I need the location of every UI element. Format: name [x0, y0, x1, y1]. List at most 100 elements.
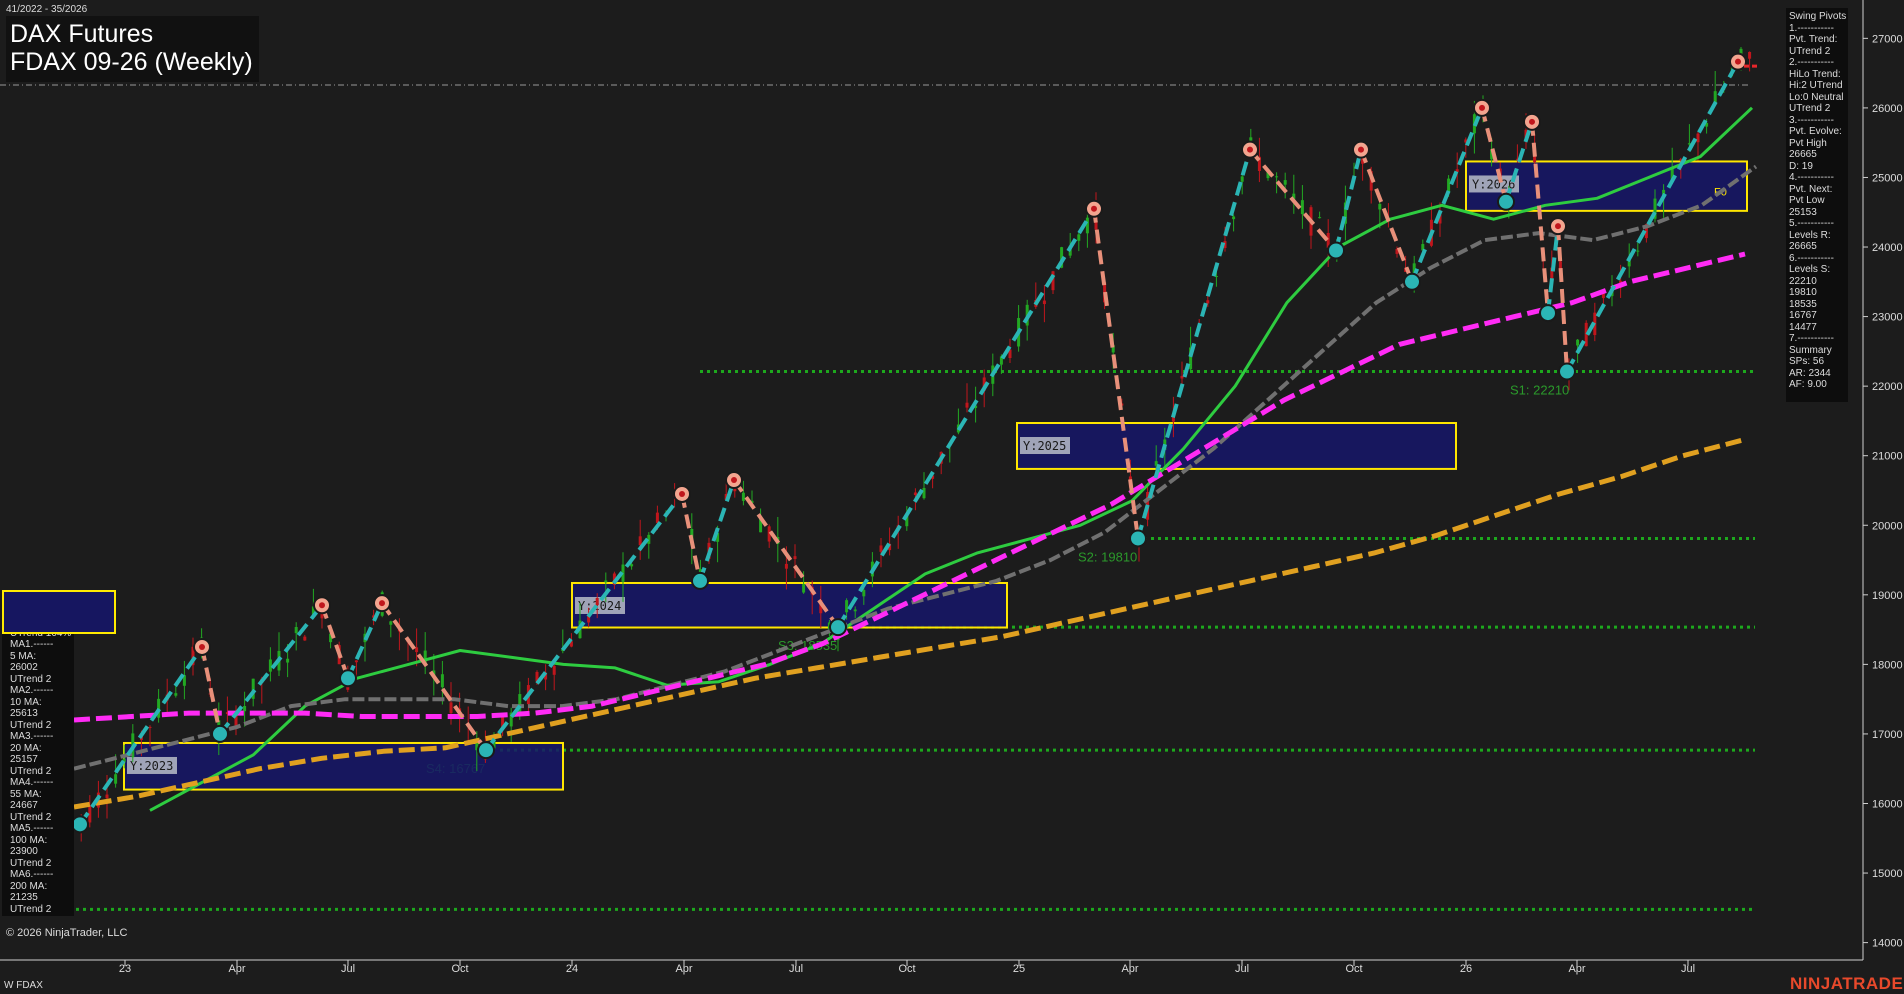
bench-mark-line: UTrend 2 [10, 765, 52, 777]
candle-body [638, 536, 642, 546]
swing-high-dot [1529, 118, 1535, 125]
bench-mark-line: UTrend 2 [10, 673, 52, 685]
swing-pivot-line: Levels R: [1789, 229, 1831, 241]
bench-mark-line: 25613 [10, 708, 38, 719]
candle-body [114, 774, 118, 784]
swing-high-dot [199, 643, 205, 650]
x-tick-label: Jul [1235, 963, 1249, 975]
x-tick-label: Oct [898, 963, 915, 975]
y-tick-label: 25000 [1872, 172, 1903, 184]
candle-body [1576, 339, 1580, 346]
bench-mark-line: 26002 [10, 662, 38, 673]
candle-body [1378, 203, 1382, 210]
swing-low-marker [1558, 362, 1576, 381]
swing-line [380, 602, 488, 752]
candle-body [1275, 176, 1279, 178]
chart-subtitle: FDAX 09-26 (Weekly) [10, 48, 253, 76]
swing-pivot-line: Summary [1789, 344, 1832, 356]
swing-pivot-line: Pvt High [1789, 137, 1827, 149]
swing-pivot-line: 5.----------- [1789, 218, 1834, 229]
bench-mark-line: MA4.------ [10, 777, 54, 788]
candle-body [268, 659, 272, 672]
swing-low-marker [1403, 272, 1421, 291]
candle-body [1748, 51, 1752, 59]
candle-body [922, 487, 926, 499]
swing-pivot-line: AF: 9.00 [1789, 379, 1827, 390]
swing-line [1092, 208, 1140, 539]
x-tick-label: Oct [1345, 963, 1362, 975]
swing-low-marker [477, 741, 495, 760]
bench-mark-line: MA2.------ [10, 685, 54, 696]
y-tick-label: 24000 [1872, 242, 1903, 254]
y-tick-label: 16000 [1872, 798, 1903, 810]
swing-pivot-line: HiLo Trend: [1789, 68, 1841, 80]
candle-body [1232, 216, 1236, 220]
candle-body [802, 584, 806, 593]
candle-body [845, 600, 849, 613]
swing-pivot-line: Swing Pivots [1789, 11, 1847, 22]
y-tick-label: 15000 [1872, 868, 1903, 880]
candle-body [1283, 180, 1287, 185]
year-boxes: Y:2023Y:2024Y:2025Y:2026F0 [123, 160, 1748, 791]
chart-title: DAX Futures [10, 20, 154, 48]
swing-high-dot [1091, 205, 1097, 212]
swing-low-marker [71, 815, 89, 834]
x-tick-label: 24 [566, 963, 578, 975]
swing-pivot-line: Hi:2 UTrend [1789, 80, 1843, 91]
swing-pivot-line: UTrend 2 [1789, 103, 1831, 114]
bench-mark-line: 20 MA: [10, 742, 42, 754]
candle-body [415, 647, 419, 653]
swing-line [1248, 148, 1338, 252]
swing-pivot-line: 16767 [1789, 310, 1817, 321]
swing-low-marker [829, 618, 847, 637]
x-tick-label: 25 [1013, 963, 1025, 975]
candle-body [1318, 217, 1322, 219]
swing-pivot-line: 1.----------- [1789, 22, 1834, 34]
swing-pivot-line: UTrend 2 [1789, 45, 1831, 57]
swing-low-marker [339, 669, 357, 688]
x-tick-label: Apr [1568, 963, 1585, 975]
x-tick-label: Apr [228, 963, 245, 975]
swing-pivot-line: 26665 [1789, 241, 1817, 252]
swing-pivot-line: 2.----------- [1789, 57, 1834, 68]
bench-mark-line: 100 MA: [10, 834, 48, 846]
candle-body [389, 621, 393, 625]
support-level-label: S2: 19810 [1078, 549, 1137, 564]
swing-pivot-line: Pvt. Trend: [1789, 34, 1838, 45]
swing-line [320, 604, 350, 679]
candle-body [1636, 250, 1640, 252]
date-range: 41/2022 - 35/2026 [6, 4, 88, 15]
swing-pivot-line: 18535 [1789, 298, 1817, 310]
candle-body [793, 556, 797, 559]
instrument-label: W FDAX [4, 980, 43, 991]
swing-high-dot [1247, 146, 1253, 153]
price-chart[interactable]: S1: 22210S2: 19810S3: 18535S4: 16767 Y:2… [0, 0, 1904, 994]
swing-high-dot [1735, 58, 1741, 65]
candle-body [440, 674, 444, 688]
candle-body [449, 702, 453, 714]
copyright-text: © 2026 NinjaTrader, LLC [6, 927, 128, 939]
candle-body [1042, 300, 1046, 305]
swing-line [1546, 225, 1560, 314]
swing-high-dot [319, 602, 325, 609]
bench-mark-line: 55 MA: [10, 788, 42, 800]
bench-mark-line: MA5.------ [10, 823, 54, 834]
bench-mark-line: UTrend 2 [10, 811, 52, 823]
bench-mark-line: MA6.------ [10, 869, 54, 880]
x-tick-label: Jul [341, 963, 355, 975]
swing-pivot-line: 26665 [1789, 149, 1817, 160]
x-tick-label: 23 [119, 963, 131, 975]
swing-low-marker [691, 571, 709, 590]
support-levels: S1: 22210S2: 19810S3: 18535S4: 16767 [62, 370, 1755, 911]
y-tick-label: 20000 [1872, 520, 1903, 532]
candle-body [303, 636, 307, 641]
swing-pivot-line: 4.----------- [1789, 172, 1834, 183]
swing-pivot-line: Pvt. Evolve: [1789, 126, 1842, 137]
candle-body [552, 665, 556, 675]
swing-line [698, 479, 736, 582]
y-tick-label: 26000 [1872, 103, 1903, 115]
candle-body [1206, 300, 1210, 304]
swing-high-dot [1555, 223, 1561, 230]
swing-pivot-line: Levels S: [1789, 264, 1831, 275]
swing-pivot-line: 22210 [1789, 275, 1817, 287]
